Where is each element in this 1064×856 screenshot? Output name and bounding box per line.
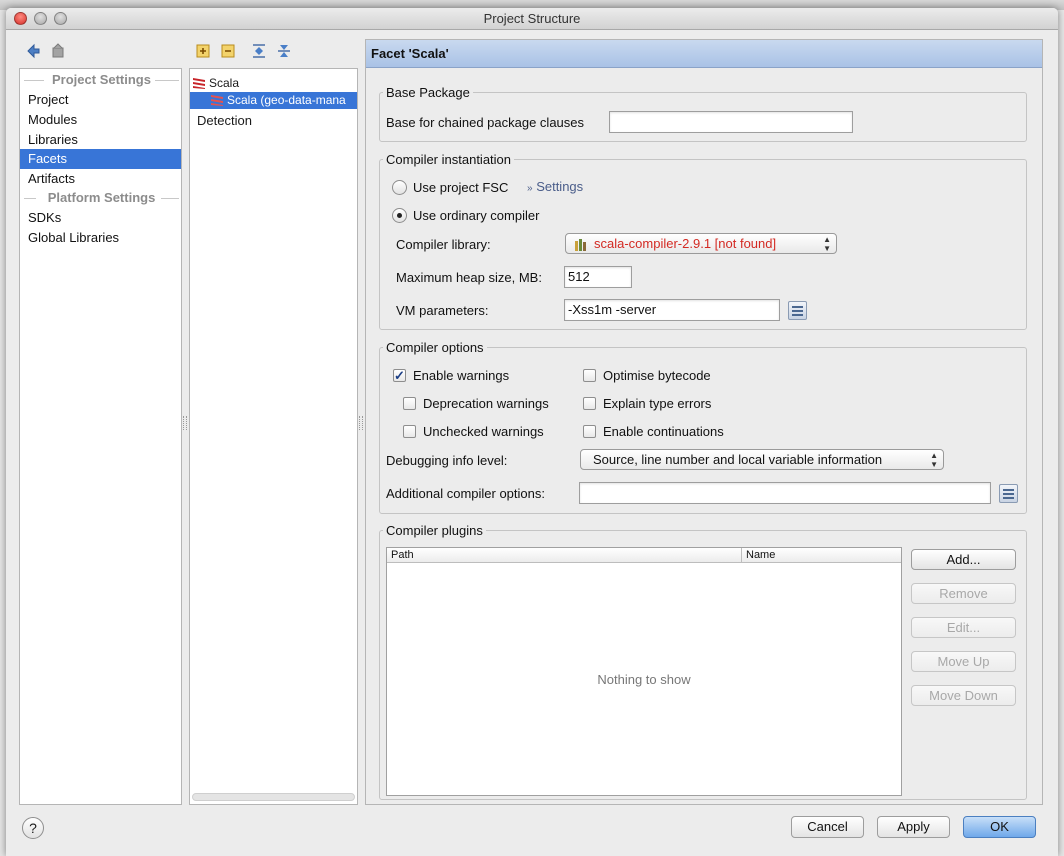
collapse-all-icon[interactable] [276,43,292,59]
compiler-instantiation-title: Compiler instantiation [383,152,515,168]
deprecation-warnings-checkbox[interactable] [403,397,416,410]
platform-settings-header: Platform Settings [20,189,183,207]
facet-tree: Scala Scala (geo-data-mana Detection [189,68,358,805]
apply-button[interactable]: Apply [877,816,950,838]
enable-continuations-label[interactable]: Enable continuations [603,424,724,440]
empty-table-message: Nothing to show [597,672,691,687]
debugging-info-select[interactable]: Source, line number and local variable i… [580,449,944,470]
additional-options-expand-icon[interactable] [999,484,1018,503]
additional-options-label: Additional compiler options: [386,486,545,501]
nav-item-sdks[interactable]: SDKs [20,208,181,228]
add-plugin-button[interactable]: Add... [911,549,1016,570]
additional-options-input[interactable] [579,482,991,504]
unchecked-warnings-label[interactable]: Unchecked warnings [423,424,544,440]
move-up-button[interactable]: Move Up [911,651,1016,672]
project-structure-dialog: Project Structure Project Settings Proje… [6,8,1058,856]
optimise-bytecode-checkbox[interactable] [583,369,596,382]
optimise-bytecode-label[interactable]: Optimise bytecode [603,368,711,384]
settings-navigation: Project Settings Project Modules Librari… [19,68,182,805]
nav-item-libraries[interactable]: Libraries [20,130,181,150]
explain-type-errors-label[interactable]: Explain type errors [603,396,711,412]
facet-header: Facet 'Scala' [366,40,1042,68]
facet-settings-panel: Facet 'Scala' Base Package Base for chai… [365,39,1043,805]
minimize-window-button[interactable] [34,12,47,25]
settings-link-label: Settings [536,179,584,194]
settings-link[interactable]: » Settings [527,179,583,197]
nav-item-global-libraries[interactable]: Global Libraries [20,228,181,248]
title-bar: Project Structure [6,8,1058,30]
vm-parameters-input[interactable]: -Xss1m -server [564,299,780,321]
window-title: Project Structure [483,11,581,26]
heap-size-label: Maximum heap size, MB: [396,270,542,285]
nav-item-project[interactable]: Project [20,90,181,110]
zoom-window-button[interactable] [54,12,67,25]
forward-icon[interactable] [50,43,66,59]
compiler-library-value: scala-compiler-2.9.1 [not found] [594,236,777,251]
cancel-button[interactable]: Cancel [791,816,864,838]
remove-icon[interactable] [220,43,236,59]
base-package-input[interactable] [609,111,853,133]
ok-button[interactable]: OK [963,816,1036,838]
tree-node-scala-module[interactable]: Scala (geo-data-mana [190,92,357,109]
nav-item-modules[interactable]: Modules [20,110,181,130]
updown-arrows-icon: ▲ ▼ [823,235,831,253]
updown-arrows-icon: ▲ ▼ [930,451,938,469]
tree-node-label: Scala [209,76,240,90]
compiler-options-title: Compiler options [383,340,487,356]
heap-size-input[interactable]: 512 [564,266,632,288]
deprecation-warnings-label[interactable]: Deprecation warnings [423,396,549,412]
tree-splitter-handle[interactable] [359,416,363,430]
column-header-path[interactable]: Path [387,548,742,563]
debugging-info-value: Source, line number and local variable i… [593,452,883,467]
use-project-fsc-label[interactable]: Use project FSC [413,180,508,196]
library-icon [574,237,588,256]
explain-type-errors-checkbox[interactable] [583,397,596,410]
expand-all-icon[interactable] [251,43,267,59]
vm-parameters-label: VM parameters: [396,303,489,318]
edit-plugin-button[interactable]: Edit... [911,617,1016,638]
base-package-title: Base Package [383,85,473,101]
help-button[interactable]: ? [22,817,44,839]
close-window-button[interactable] [14,12,27,25]
nav-item-facets[interactable]: Facets [20,149,181,169]
unchecked-warnings-checkbox[interactable] [403,425,416,438]
vm-parameters-expand-icon[interactable] [788,301,807,320]
scala-icon [192,77,206,89]
debugging-info-label: Debugging info level: [386,453,508,468]
move-down-button[interactable]: Move Down [911,685,1016,706]
use-project-fsc-radio[interactable] [392,180,407,195]
checkmark-icon: ✓ [394,368,405,383]
use-ordinary-compiler-label[interactable]: Use ordinary compiler [413,208,539,224]
enable-warnings-checkbox[interactable]: ✓ [393,369,406,382]
tree-node-scala[interactable]: Scala [192,75,352,92]
back-icon[interactable] [25,43,41,59]
project-settings-header: Project Settings [20,71,183,89]
tree-node-label: Scala (geo-data-mana [227,93,346,107]
nav-item-artifacts[interactable]: Artifacts [20,169,181,189]
column-header-name[interactable]: Name [742,548,901,563]
add-icon[interactable] [195,43,211,59]
enable-continuations-checkbox[interactable] [583,425,596,438]
compiler-library-select[interactable]: scala-compiler-2.9.1 [not found] ▲ ▼ [565,233,837,254]
plugins-table[interactable]: Path Name Nothing to show [386,547,902,796]
compiler-library-label: Compiler library: [396,237,491,252]
nav-splitter-handle[interactable] [183,416,187,430]
scala-icon [210,94,224,106]
base-package-label: Base for chained package clauses [386,115,585,130]
remove-plugin-button[interactable]: Remove [911,583,1016,604]
enable-warnings-label[interactable]: Enable warnings [413,368,509,384]
tree-node-detection[interactable]: Detection [197,112,252,129]
double-chevron-icon: » [527,183,533,194]
use-ordinary-compiler-radio[interactable] [392,208,407,223]
compiler-plugins-title: Compiler plugins [383,523,486,539]
horizontal-scrollbar[interactable] [192,793,355,801]
